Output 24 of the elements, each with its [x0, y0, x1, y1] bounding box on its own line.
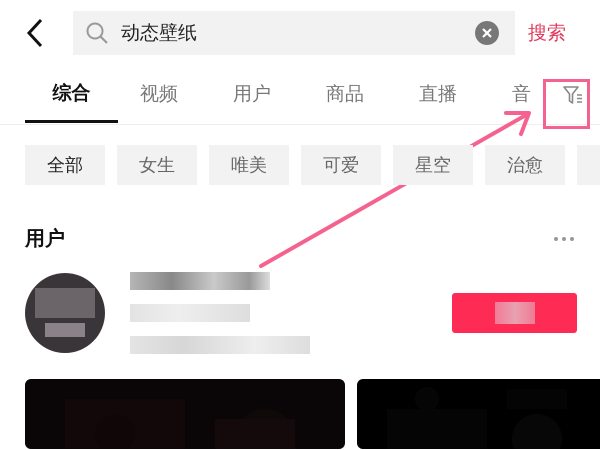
- tab[interactable]: 综合: [25, 68, 118, 122]
- tab[interactable]: 商品: [326, 68, 364, 122]
- search-icon: [85, 21, 109, 45]
- highlight-box: [543, 79, 590, 129]
- filter-chip[interactable]: 可爱: [301, 145, 381, 185]
- section-title: 用户: [25, 225, 65, 252]
- search-input[interactable]: 动态壁纸: [121, 22, 462, 44]
- clear-icon[interactable]: [474, 20, 500, 46]
- filter-chip[interactable]: 治愈: [485, 145, 565, 185]
- filter-chip[interactable]: 星空: [393, 145, 473, 185]
- search-field[interactable]: 动态壁纸: [73, 11, 515, 55]
- back-icon[interactable]: [25, 18, 45, 48]
- tab[interactable]: 视频: [140, 68, 178, 122]
- filter-icon[interactable]: [562, 84, 584, 106]
- tab[interactable]: 音: [512, 68, 531, 122]
- filter-chip[interactable]: 唯美: [209, 145, 289, 185]
- avatar[interactable]: [25, 273, 105, 353]
- tab[interactable]: 用户: [233, 68, 271, 122]
- search-button[interactable]: 搜索: [528, 20, 566, 46]
- follow-button[interactable]: [452, 293, 577, 333]
- tab[interactable]: 直播: [419, 68, 457, 122]
- more-icon[interactable]: [553, 236, 575, 242]
- filter-chip[interactable]: 女生: [117, 145, 197, 185]
- filter-chip[interactable]: 全部: [25, 145, 105, 185]
